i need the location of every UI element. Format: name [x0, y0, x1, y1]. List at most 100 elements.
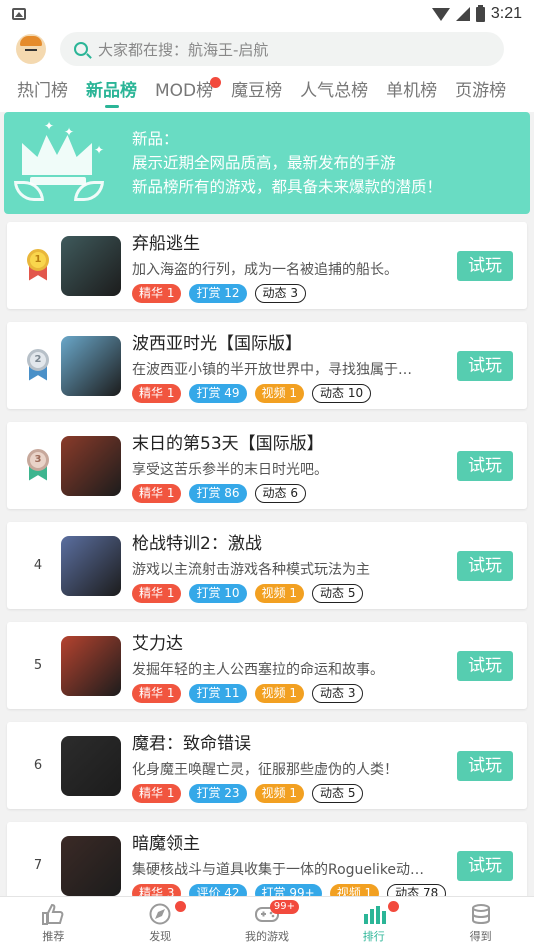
- game-card[interactable]: 3 末日的第53天【国际版】 享受这苦乐参半的末日时光吧。 精华 1 打赏 86 动态 6…: [7, 422, 527, 509]
- tag-badge: 打赏 49: [189, 383, 247, 403]
- ranking-tabs: 热门榜 新品榜 MOD榜 魔豆榜 人气总榜 单机榜 页游榜: [0, 70, 534, 112]
- tag-badge: 精华 1: [132, 383, 182, 403]
- rank: 7: [15, 858, 61, 873]
- try-play-button[interactable]: 试玩: [457, 850, 513, 881]
- game-thumbnail[interactable]: [61, 235, 121, 296]
- tab-6[interactable]: 页游榜: [446, 70, 515, 112]
- nav-label: 排行: [362, 930, 385, 943]
- game-description: 在波西亚小镇的半开放世界中，寻找独属于…: [132, 361, 412, 378]
- tab-4[interactable]: 人气总榜: [291, 70, 377, 112]
- game-info: 弃船逃生加入海盗的行列，成为一名被追捕的船长。 精华 1 打赏 12 动态 3: [132, 229, 447, 303]
- try-play-button[interactable]: 试玩: [457, 250, 513, 281]
- tag-badge: 视频 1: [254, 683, 304, 703]
- tab-5[interactable]: 单机榜: [377, 70, 446, 112]
- game-card[interactable]: 6 魔君：致命错误 化身魔王唤醒亡灵，征服那些虚伪的人类！ 精华 1 打赏 23 视频 1…: [7, 722, 527, 809]
- tab-3[interactable]: 魔豆榜: [222, 70, 291, 112]
- tab-2[interactable]: MOD榜: [146, 70, 222, 112]
- rank: 2: [15, 348, 61, 383]
- medal-icon: 1: [25, 248, 51, 283]
- game-card[interactable]: 2 波西亚时光【国际版】在波西亚小镇的半开放世界中，寻找独属于… 精华 1 打赏 49…: [7, 322, 527, 409]
- game-title[interactable]: 艾力达: [132, 629, 447, 654]
- try-play-button[interactable]: 试玩: [457, 450, 513, 481]
- avatar[interactable]: [16, 34, 46, 64]
- bar-chart-icon: [361, 903, 387, 925]
- tab-label: 热门榜: [17, 81, 68, 101]
- tab-label: 人气总榜: [300, 81, 369, 101]
- game-thumbnail[interactable]: [61, 335, 121, 396]
- game-thumbnail[interactable]: [61, 535, 121, 596]
- nav-item-3[interactable]: 排行: [320, 897, 427, 950]
- game-card[interactable]: 4 枪战特训2：激战 游戏以主流射击游戏各种模式玩法为主 精华 1 打赏 10 视频 1 动…: [7, 522, 527, 609]
- tag-badge: 精华 1: [132, 583, 182, 603]
- tag-badge: 打赏 23: [189, 783, 247, 803]
- game-info: 艾力达 发掘年轻的主人公西塞拉的命运和故事。 精华 1 打赏 11 视频 1 动态 3: [132, 629, 447, 703]
- tag-badge: 打赏 10: [189, 583, 247, 603]
- thumbs-up-icon: [40, 903, 66, 925]
- nav-item-2[interactable]: 我的游戏 99+: [214, 897, 321, 950]
- try-play-button[interactable]: 试玩: [457, 350, 513, 381]
- search-icon: [74, 42, 88, 56]
- game-title[interactable]: 末日的第53天【国际版】: [132, 429, 447, 454]
- game-thumbnail[interactable]: [61, 635, 121, 696]
- try-play-button[interactable]: 试玩: [457, 650, 513, 681]
- nav-label: 推荐: [42, 930, 65, 943]
- tag-badge: 精华 1: [132, 783, 182, 803]
- game-tags: 精华 1 打赏 23 视频 1 动态 5: [132, 783, 447, 803]
- tag-badge: 打赏 86: [189, 483, 247, 503]
- nav-item-0[interactable]: 推荐: [0, 897, 107, 950]
- top-header: 大家都在搜：航海王-启航: [0, 28, 534, 70]
- game-thumbnail[interactable]: [61, 835, 121, 896]
- game-title[interactable]: 枪战特训2：激战: [132, 529, 447, 554]
- tab-label: 魔豆榜: [231, 81, 283, 101]
- game-tags: 精华 1 打赏 10 视频 1 动态 5: [132, 583, 447, 603]
- compass-icon: [147, 903, 173, 925]
- bottom-navigation: 推荐 发现 我的游戏 99+ 排行 得到: [0, 896, 534, 950]
- coins-icon: [468, 903, 494, 925]
- try-play-button[interactable]: 试玩: [457, 750, 513, 781]
- game-thumbnail[interactable]: [61, 735, 121, 796]
- game-title[interactable]: 魔君：致命错误: [132, 729, 447, 754]
- banner-line-2: 新品榜所有的游戏，都具备未来爆款的潜质！: [132, 178, 443, 196]
- game-description: 加入海盗的行列，成为一名被追捕的船长。: [132, 261, 398, 278]
- game-thumbnail[interactable]: [61, 435, 121, 496]
- tag-badge: 视频 1: [254, 783, 304, 803]
- nav-item-1[interactable]: 发现: [107, 897, 214, 950]
- banner-line-1: 展示近期全网品质高，最新发布的手游: [132, 154, 396, 172]
- nav-item-4[interactable]: 得到: [427, 897, 534, 950]
- try-play-button[interactable]: 试玩: [457, 550, 513, 581]
- game-tags: 精华 1 打赏 49 视频 1 动态 10: [132, 383, 447, 403]
- new-dot-icon: [210, 77, 222, 88]
- game-tags: 精华 1 打赏 11 视频 1 动态 3: [132, 683, 447, 703]
- count-badge: 99+: [269, 900, 300, 914]
- tab-0[interactable]: 热门榜: [8, 70, 77, 112]
- status-bar: 3:21: [0, 0, 534, 28]
- game-description: 发掘年轻的主人公西塞拉的命运和故事。: [132, 661, 384, 678]
- game-info: 末日的第53天【国际版】 享受这苦乐参半的末日时光吧。 精华 1 打赏 86 动态 6: [132, 429, 447, 503]
- nav-label: 发现: [149, 930, 172, 943]
- tag-badge: 动态 5: [312, 583, 364, 603]
- game-card[interactable]: 5 艾力达 发掘年轻的主人公西塞拉的命运和故事。 精华 1 打赏 11 视频 1 动态 3 试…: [7, 622, 527, 709]
- medal-icon: 3: [25, 448, 51, 483]
- game-description: 集硬核战斗与道具收集于一体的Roguelike动…: [132, 861, 425, 878]
- game-card[interactable]: 1 弃船逃生加入海盗的行列，成为一名被追捕的船长。 精华 1 打赏 12 动态 3 试玩: [7, 222, 527, 309]
- rank: 3: [15, 448, 61, 483]
- game-info: 魔君：致命错误 化身魔王唤醒亡灵，征服那些虚伪的人类！ 精华 1 打赏 23 视频 1 动…: [132, 729, 447, 803]
- tab-label: 单机榜: [386, 81, 438, 101]
- tab-label: MOD榜: [155, 81, 214, 101]
- banner-text: 新品： 展示近期全网品质高，最新发布的手游 新品榜所有的游戏，都具备未来爆款的潜…: [114, 127, 442, 199]
- game-ranking-list: 1 弃船逃生 加入海盗的行列，成为一名被追捕的船长。 精华 1 打赏 12 动态 3 试玩 2…: [0, 214, 534, 909]
- tag-badge: 打赏 12: [189, 283, 247, 303]
- game-title[interactable]: 弃船逃生: [132, 229, 447, 254]
- tag-badge: 动态 3: [312, 683, 364, 703]
- tab-1[interactable]: 新品榜: [77, 70, 146, 112]
- nav-label: 得到: [469, 930, 492, 943]
- search-bar[interactable]: 大家都在搜：航海王-启航: [60, 32, 504, 66]
- game-description: 游戏以主流射击游戏各种模式玩法为主: [132, 561, 370, 578]
- tab-label: 页游榜: [455, 81, 507, 101]
- tag-badge: 动态 3: [254, 283, 306, 303]
- tag-badge: 精华 1: [132, 483, 182, 503]
- tag-badge: 精华 1: [132, 283, 182, 303]
- game-title[interactable]: 暗魔领主: [132, 829, 447, 854]
- game-title[interactable]: 波西亚时光【国际版】: [132, 329, 447, 354]
- rank-number: 1: [27, 248, 49, 271]
